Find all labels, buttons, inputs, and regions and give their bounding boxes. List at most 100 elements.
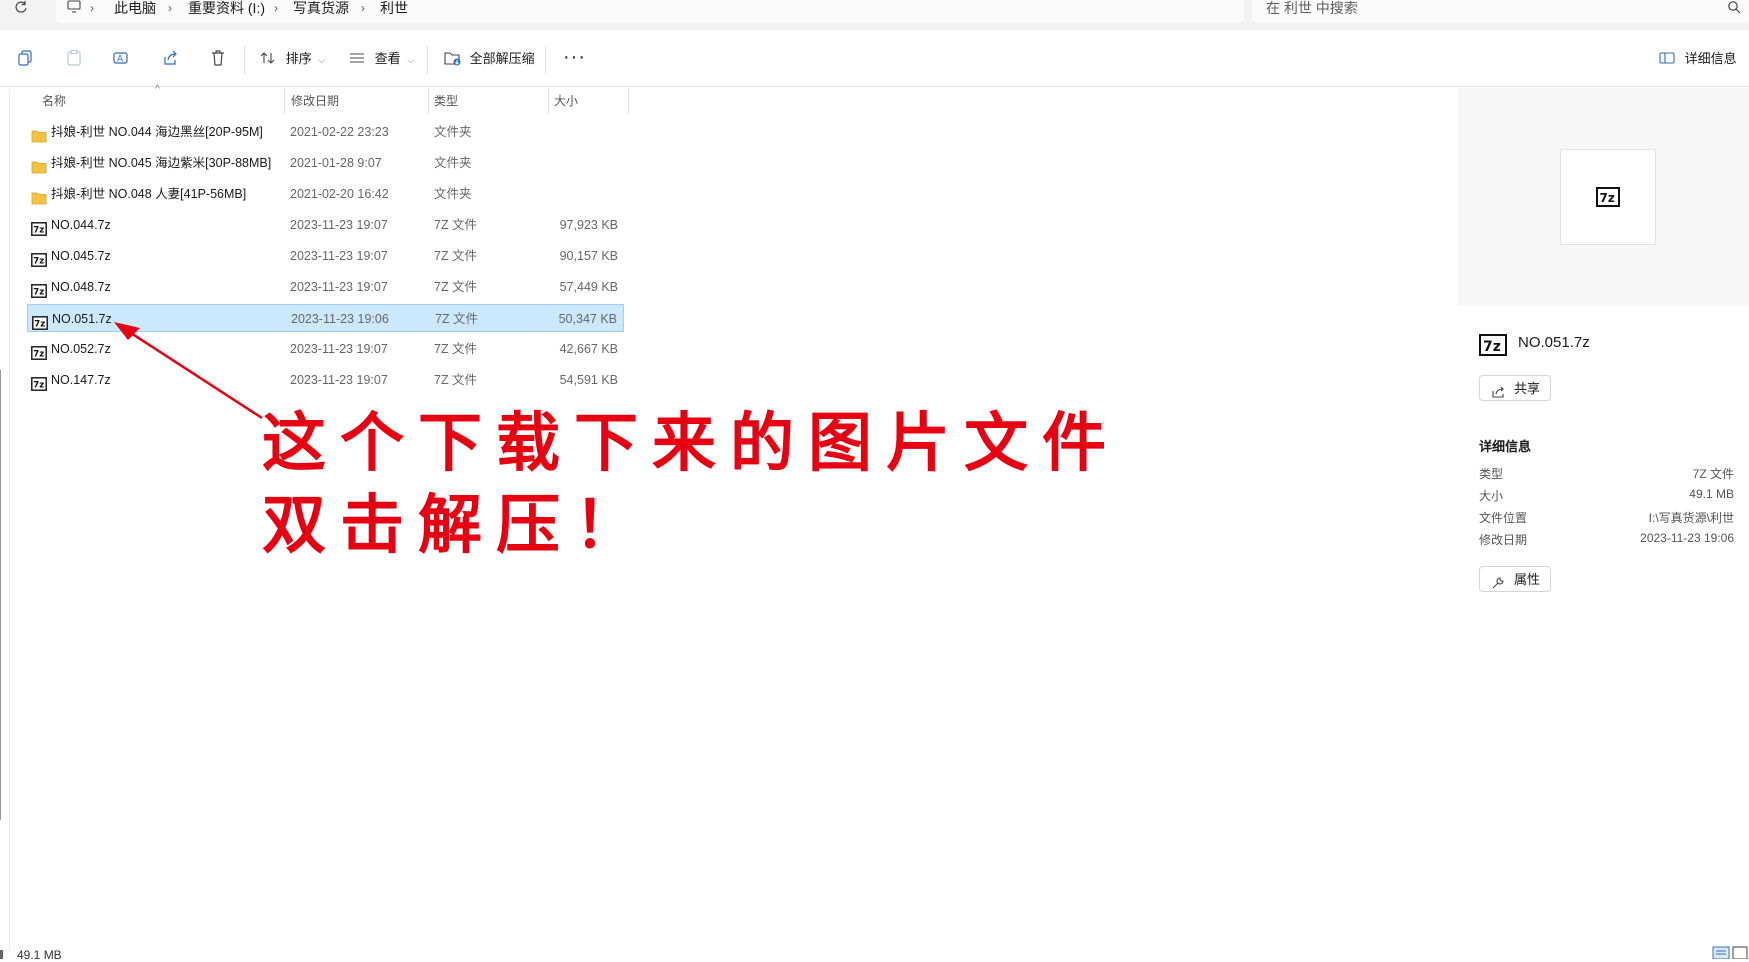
file-size: 90,157 KB — [559, 249, 618, 263]
properties-label: 属性 — [1514, 572, 1541, 587]
chevron-down-icon: ⌵ — [407, 55, 415, 65]
file-name: NO.147.7z — [51, 373, 111, 387]
folder-icon — [31, 125, 47, 143]
file-name: 抖娘-利世 NO.045 海边紫米[30P-88MB] — [51, 156, 272, 170]
annotation-text-line2: 双击解压！ — [262, 488, 652, 563]
extract-icon — [444, 52, 461, 66]
share-label: 共享 — [1514, 381, 1541, 396]
file-name: NO.044.7z — [51, 218, 111, 232]
chevron-right-icon[interactable]: › — [90, 0, 94, 16]
toolbar-divider — [427, 46, 428, 74]
file-type: 7Z 文件 — [435, 312, 479, 326]
sort-button[interactable]: 排序 ⌵ — [260, 49, 325, 69]
file-row[interactable]: 7z NO.052.7z 2023-11-23 19:07 7Z 文件 42,667 K… — [27, 335, 624, 363]
file-size: 50,347 KB — [558, 312, 617, 326]
details-label: 详细信息 — [1684, 51, 1737, 66]
file-name: 抖娘-利世 NO.044 海边黑丝[20P-95M] — [51, 125, 263, 139]
detail-value: 2023-11-23 19:06 — [1640, 531, 1734, 545]
breadcrumb-this-pc[interactable]: 此电脑 — [114, 0, 156, 16]
file-row[interactable]: 7z NO.044.7z 2023-11-23 19:07 7Z 文件 97,923 K… — [27, 211, 624, 239]
column-divider[interactable] — [628, 88, 629, 114]
file-row[interactable]: 抖娘-利世 NO.045 海边紫米[30P-88MB] 2021-01-28 9:… — [27, 149, 624, 177]
folder-icon — [31, 156, 47, 174]
details-pane-icon — [1659, 52, 1675, 64]
search-input[interactable]: 在 利世 中搜索 — [1252, 0, 1749, 23]
properties-button[interactable]: 属性 — [1479, 566, 1551, 592]
chevron-right-icon[interactable]: › — [168, 0, 172, 16]
file-type: 文件夹 — [434, 156, 472, 170]
file-date: 2023-11-23 19:07 — [290, 373, 388, 387]
delete-icon[interactable] — [209, 49, 229, 69]
file-date: 2023-11-23 19:07 — [290, 280, 388, 294]
extract-all-button[interactable]: 全部解压缩 — [444, 49, 535, 69]
svg-text:7z: 7z — [1483, 339, 1501, 355]
paste-icon[interactable] — [65, 49, 85, 69]
file-row[interactable]: 抖娘-利世 NO.044 海边黑丝[20P-95M] 2021-02-22 23:… — [27, 118, 624, 146]
file-type: 7Z 文件 — [434, 218, 478, 232]
search-icon[interactable] — [1727, 0, 1741, 14]
file-date: 2021-02-22 23:23 — [290, 125, 389, 139]
folder-icon — [31, 187, 47, 205]
file-size: 54,591 KB — [559, 373, 618, 387]
file-row[interactable]: 7z NO.045.7z 2023-11-23 19:07 7Z 文件 90,157 K… — [27, 242, 624, 270]
file-size: 97,923 KB — [559, 218, 618, 232]
svg-text:7z: 7z — [34, 320, 45, 330]
detail-value: I:\写真货源\利世 — [1648, 511, 1734, 525]
status-indicator — [0, 950, 3, 959]
column-header-modified[interactable]: 修改日期 — [291, 88, 339, 114]
detail-value: 7Z 文件 — [1692, 467, 1734, 481]
chevron-right-icon[interactable]: › — [274, 0, 278, 16]
view-toggle[interactable] — [1712, 946, 1749, 960]
column-header-size[interactable]: 大小 — [554, 88, 578, 114]
file-type: 7Z 文件 — [434, 280, 478, 294]
file-row[interactable]: 7z NO.147.7z 2023-11-23 19:07 7Z 文件 54,591 K… — [27, 366, 624, 394]
share-button[interactable]: 共享 — [1479, 375, 1551, 401]
file-date: 2021-02-20 16:42 — [290, 187, 389, 201]
sort-ascending-icon: ^ — [155, 84, 160, 95]
file-size: 42,667 KB — [559, 342, 618, 356]
file-name: NO.051.7z — [52, 312, 112, 326]
file-row[interactable]: 7z NO.051.7z 2023-11-23 19:06 7Z 文件 50,347 K… — [27, 304, 624, 332]
column-header-name[interactable]: 名称 — [42, 88, 66, 114]
column-header-type[interactable]: 类型 — [434, 88, 458, 114]
address-row: › 此电脑 › 重要资料 (I:) › 写真货源 › 利世 在 利世 中搜索 — [0, 0, 1749, 30]
7z-file-icon: 7z — [31, 249, 47, 267]
share-icon[interactable] — [161, 49, 181, 69]
view-icon — [350, 53, 364, 63]
detail-key: 类型 — [1479, 467, 1504, 481]
more-options-icon[interactable]: ··· — [563, 46, 586, 69]
svg-text:7z: 7z — [33, 257, 44, 267]
command-bar: A 排序 ⌵ 查看 ⌵ 全部解压缩 ··· 详细信息 — [0, 32, 1749, 87]
wrench-icon — [1491, 573, 1505, 589]
copy-icon[interactable] — [17, 49, 37, 69]
breadcrumb-drive[interactable]: 重要资料 (I:) — [188, 0, 265, 16]
7z-file-icon: 7z — [1596, 187, 1620, 210]
file-row[interactable]: 7z NO.048.7z 2023-11-23 19:07 7Z 文件 57,449 K… — [27, 273, 624, 301]
view-button[interactable]: 查看 ⌵ — [349, 49, 414, 69]
address-bar[interactable]: › 此电脑 › 重要资料 (I:) › 写真货源 › 利世 — [56, 0, 1244, 23]
rename-icon[interactable]: A — [112, 49, 132, 69]
file-type: 文件夹 — [434, 125, 472, 139]
chevron-right-icon[interactable]: › — [361, 0, 365, 16]
column-divider[interactable] — [548, 88, 549, 114]
file-date: 2023-11-23 19:07 — [290, 342, 388, 356]
toolbar-divider — [244, 46, 245, 74]
file-date: 2021-01-28 9:07 — [290, 156, 382, 170]
details-pane-button[interactable]: 详细信息 — [1659, 49, 1737, 69]
preview-area: 7z — [1458, 88, 1749, 306]
breadcrumb-current[interactable]: 利世 — [380, 0, 408, 16]
pane-edge — [0, 370, 1, 820]
column-divider[interactable] — [284, 88, 285, 114]
breadcrumb-folder[interactable]: 写真货源 — [293, 0, 349, 16]
7z-file-icon: 7z — [31, 342, 47, 360]
status-text: 49.1 MB — [17, 948, 62, 962]
file-preview: 7z — [1560, 149, 1656, 245]
file-row[interactable]: 抖娘-利世 NO.048 人妻[41P-56MB] 2021-02-20 16:4… — [27, 180, 624, 208]
column-divider[interactable] — [428, 88, 429, 114]
detail-key: 文件位置 — [1479, 511, 1528, 525]
this-pc-icon[interactable] — [67, 0, 81, 16]
7z-file-icon: 7z — [32, 312, 48, 330]
7z-file-icon: 7z — [31, 280, 47, 298]
refresh-icon[interactable] — [14, 0, 34, 16]
share-icon — [1491, 382, 1505, 398]
